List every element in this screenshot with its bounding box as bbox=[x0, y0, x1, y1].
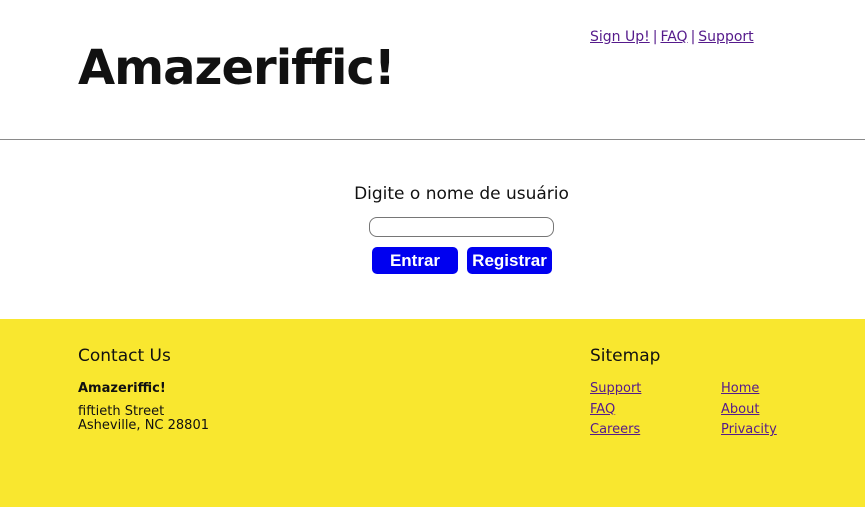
contact-title: Contact Us bbox=[78, 346, 171, 366]
sitemap-about-link[interactable]: About bbox=[721, 402, 759, 417]
address-city: Asheville, NC 28801 bbox=[78, 418, 209, 433]
separator: | bbox=[690, 29, 696, 45]
company-name: Amazeriffic! bbox=[78, 381, 166, 396]
sitemap-privacity-link[interactable]: Privacity bbox=[721, 422, 777, 437]
sitemap-column-2: Home About Privacity bbox=[721, 381, 777, 443]
username-input[interactable] bbox=[369, 217, 554, 237]
sitemap-faq-link[interactable]: FAQ bbox=[590, 402, 615, 417]
address-street: fiftieth Street bbox=[78, 404, 165, 419]
sitemap-column-1: Support FAQ Careers bbox=[590, 381, 641, 443]
signup-link[interactable]: Sign Up! bbox=[590, 29, 650, 45]
sitemap-home-link[interactable]: Home bbox=[721, 381, 759, 396]
enter-button[interactable]: Entrar bbox=[372, 247, 458, 274]
header: Amazeriffic! Sign Up! | FAQ | Support bbox=[0, 0, 865, 140]
sitemap-careers-link[interactable]: Careers bbox=[590, 422, 640, 437]
footer: Contact Us Amazeriffic! fiftieth Street … bbox=[0, 319, 865, 507]
main-content: Digite o nome de usuário Entrar Registra… bbox=[0, 140, 865, 319]
support-link[interactable]: Support bbox=[698, 29, 753, 45]
site-logo: Amazeriffic! bbox=[78, 40, 396, 96]
faq-link[interactable]: FAQ bbox=[660, 29, 687, 45]
separator: | bbox=[652, 29, 658, 45]
sitemap-support-link[interactable]: Support bbox=[590, 381, 641, 396]
username-prompt: Digite o nome de usuário bbox=[354, 184, 569, 204]
register-button[interactable]: Registrar bbox=[467, 247, 552, 274]
top-links: Sign Up! | FAQ | Support bbox=[590, 29, 754, 45]
sitemap-title: Sitemap bbox=[590, 346, 661, 366]
